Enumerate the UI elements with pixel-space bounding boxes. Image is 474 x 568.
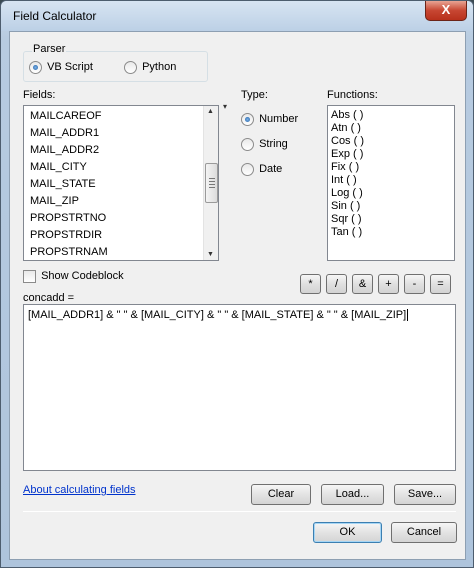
fields-listbox[interactable]: MAILCAREOF MAIL_ADDR1 MAIL_ADDR2 MAIL_CI… bbox=[23, 105, 219, 261]
function-item[interactable]: Abs ( ) bbox=[331, 109, 363, 121]
parser-option-python[interactable]: Python bbox=[124, 61, 176, 74]
checkbox-icon[interactable] bbox=[23, 270, 36, 283]
clear-button[interactable]: Clear bbox=[251, 484, 311, 505]
scroll-thumb[interactable] bbox=[205, 163, 218, 203]
operator-multiply-button[interactable]: * bbox=[300, 274, 321, 294]
expression-label: concadd = bbox=[23, 292, 75, 304]
type-option-label: Number bbox=[259, 113, 299, 126]
function-item[interactable]: Fix ( ) bbox=[331, 161, 359, 173]
function-item[interactable]: Atn ( ) bbox=[331, 122, 361, 134]
function-item[interactable]: Log ( ) bbox=[331, 187, 363, 199]
field-item[interactable]: MAIL_STATE bbox=[30, 178, 96, 190]
expression-textarea[interactable]: [MAIL_ADDR1] & " " & [MAIL_CITY] & " " &… bbox=[23, 304, 456, 471]
function-item[interactable]: Exp ( ) bbox=[331, 148, 363, 160]
field-item[interactable]: PROPSTRTNO bbox=[30, 212, 106, 224]
field-item[interactable]: MAILCAREOF bbox=[30, 110, 102, 122]
function-item[interactable]: Sqr ( ) bbox=[331, 213, 362, 225]
operator-minus-button[interactable]: - bbox=[404, 274, 425, 294]
parser-option-label: Python bbox=[142, 61, 177, 74]
radio-icon[interactable] bbox=[241, 138, 254, 151]
sort-arrow-icon[interactable]: ▾ bbox=[223, 102, 227, 111]
function-item[interactable]: Sin ( ) bbox=[331, 200, 360, 212]
scroll-down-icon[interactable]: ▼ bbox=[207, 251, 214, 258]
type-label: Type: bbox=[241, 89, 268, 101]
text-caret bbox=[407, 309, 409, 322]
expression-text: [MAIL_ADDR1] & " " & [MAIL_CITY] & " " &… bbox=[28, 309, 407, 321]
divider bbox=[23, 511, 456, 512]
functions-label: Functions: bbox=[327, 89, 378, 101]
close-button[interactable]: X bbox=[425, 1, 467, 21]
ok-button[interactable]: OK bbox=[313, 522, 382, 543]
parser-option-label: VB Script bbox=[47, 61, 93, 74]
parser-option-vbscript[interactable]: VB Script bbox=[29, 61, 93, 74]
show-codeblock[interactable]: Show Codeblock bbox=[23, 270, 124, 283]
field-item[interactable]: MAIL_CITY bbox=[30, 161, 87, 173]
field-item[interactable]: PROPSTRDIR bbox=[30, 229, 102, 241]
radio-icon[interactable] bbox=[241, 113, 254, 126]
function-item[interactable]: Cos ( ) bbox=[331, 135, 364, 147]
type-option-label: String bbox=[259, 138, 288, 151]
functions-listbox[interactable]: Abs ( ) Atn ( ) Cos ( ) Exp ( ) Fix ( ) … bbox=[327, 105, 455, 261]
radio-icon[interactable] bbox=[124, 61, 137, 74]
type-option-label: Date bbox=[259, 163, 283, 176]
window-title: Field Calculator bbox=[13, 9, 97, 23]
operator-divide-button[interactable]: / bbox=[326, 274, 347, 294]
scroll-up-icon[interactable]: ▲ bbox=[207, 108, 214, 115]
show-codeblock-label: Show Codeblock bbox=[41, 270, 124, 283]
dialog-client: Parser VB Script Python Fields: ▾ MAILCA… bbox=[9, 31, 466, 560]
operator-equals-button[interactable]: = bbox=[430, 274, 451, 294]
field-item[interactable]: PROPSTRNAM bbox=[30, 246, 108, 258]
operator-concat-button[interactable]: & bbox=[352, 274, 373, 294]
save-button[interactable]: Save... bbox=[394, 484, 456, 505]
field-item[interactable]: MAIL_ADDR1 bbox=[30, 127, 99, 139]
fields-scrollbar[interactable]: ▲ ▼ bbox=[203, 106, 218, 260]
function-item[interactable]: Tan ( ) bbox=[331, 226, 362, 238]
type-option-number[interactable]: Number bbox=[241, 113, 298, 126]
help-link[interactable]: About calculating fields bbox=[23, 484, 136, 496]
radio-icon[interactable] bbox=[29, 61, 42, 74]
operator-plus-button[interactable]: + bbox=[378, 274, 399, 294]
field-item[interactable]: MAIL_ZIP bbox=[30, 195, 79, 207]
field-calculator-window: Field Calculator X Parser VB Script Pyth… bbox=[0, 0, 474, 568]
fields-label: Fields: bbox=[23, 89, 56, 101]
field-item[interactable]: MAIL_ADDR2 bbox=[30, 144, 99, 156]
title-bar[interactable]: Field Calculator X bbox=[1, 1, 473, 31]
parser-legend: Parser bbox=[32, 43, 67, 55]
type-option-date[interactable]: Date bbox=[241, 163, 282, 176]
type-option-string[interactable]: String bbox=[241, 138, 288, 151]
cancel-button[interactable]: Cancel bbox=[391, 522, 457, 543]
function-item[interactable]: Int ( ) bbox=[331, 174, 357, 186]
load-button[interactable]: Load... bbox=[321, 484, 384, 505]
radio-icon[interactable] bbox=[241, 163, 254, 176]
